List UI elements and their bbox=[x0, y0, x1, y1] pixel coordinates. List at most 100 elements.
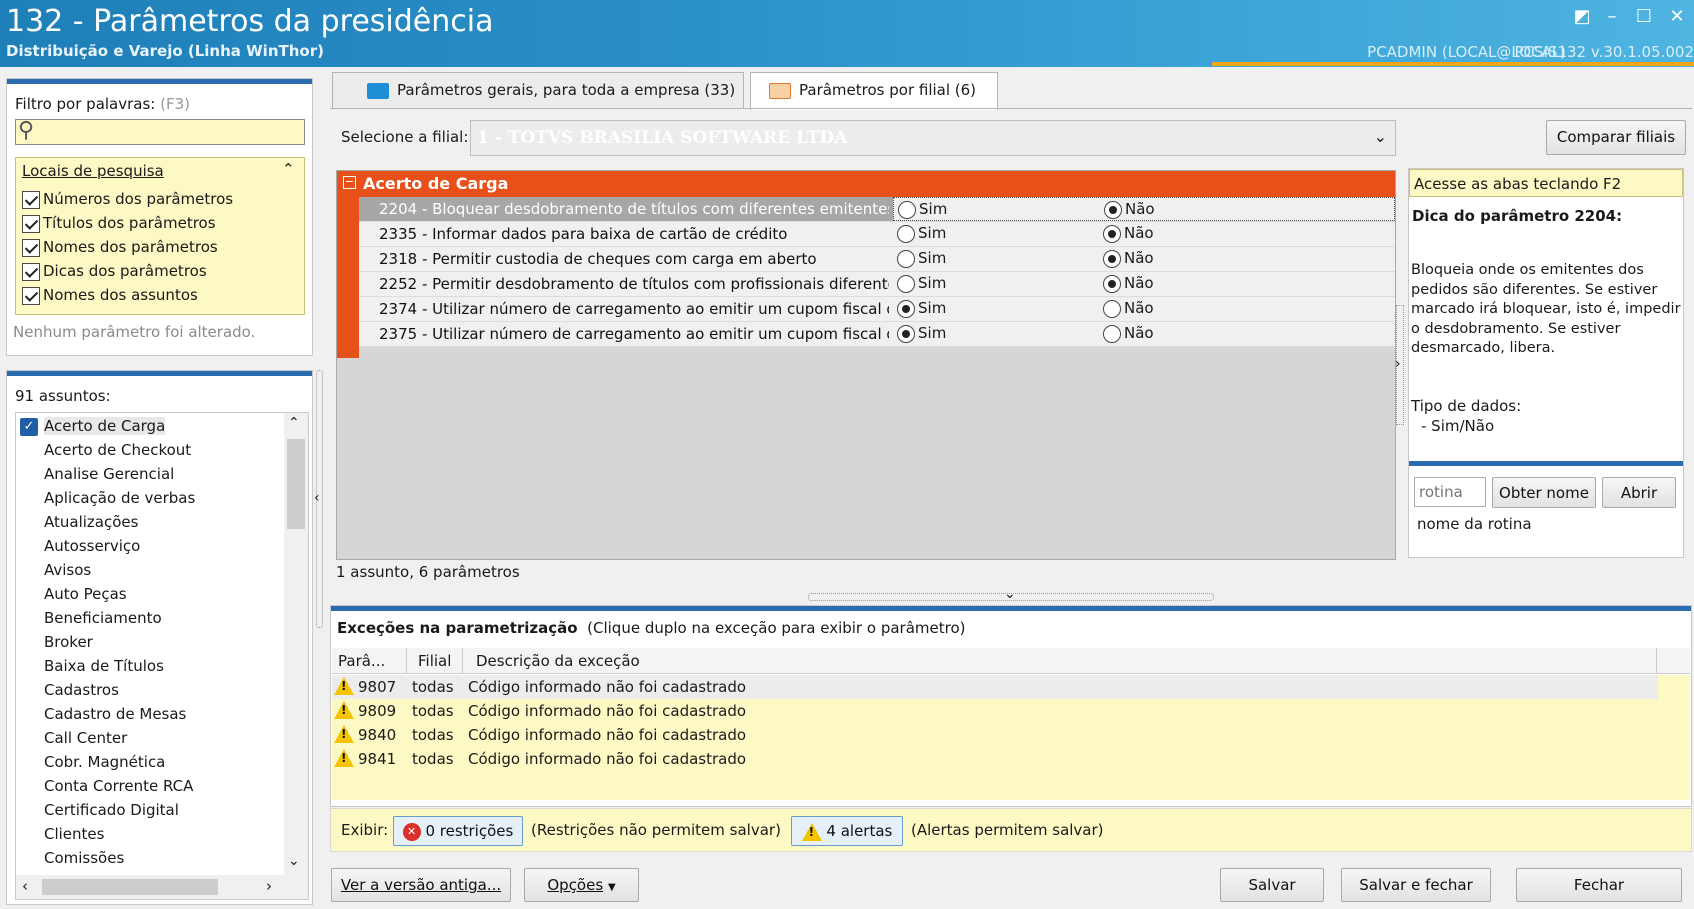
get-name-button[interactable]: Obter nome bbox=[1492, 477, 1596, 508]
collapse-down-icon[interactable]: ⌄ bbox=[1004, 586, 1016, 602]
location-option[interactable]: Dicas dos parâmetros bbox=[22, 262, 207, 281]
subjects-list: ✓ Acerto de Carga Acerto de Checkout Analis… bbox=[15, 412, 309, 900]
expand-right-icon[interactable]: › bbox=[1395, 356, 1401, 372]
parameter-row[interactable]: 2204 - Bloquear desdobramento de títulos… bbox=[359, 197, 1395, 222]
horizontal-scrollbar[interactable]: ‹ › bbox=[16, 875, 308, 899]
alerts-button[interactable]: 4 alertas bbox=[791, 816, 903, 846]
exception-filial: todas bbox=[412, 678, 454, 696]
panel-bar bbox=[1409, 461, 1683, 466]
warning-icon bbox=[334, 701, 354, 719]
radio-nao[interactable]: Não bbox=[1103, 299, 1154, 318]
open-button[interactable]: Abrir bbox=[1602, 477, 1676, 508]
exception-desc: Código informado não foi cadastrado bbox=[468, 750, 747, 768]
exception-desc: Código informado não foi cadastrado bbox=[468, 678, 747, 696]
collapse-group-icon[interactable]: − bbox=[343, 176, 356, 189]
restrictions-button[interactable]: ✕ 0 restrições bbox=[393, 816, 523, 846]
exception-row[interactable]: 9840 todas Código informado não foi cadast… bbox=[332, 723, 1658, 747]
options-button[interactable]: Opções ▼ bbox=[524, 868, 639, 902]
radio-nao[interactable]: Não bbox=[1103, 324, 1154, 343]
minimize-button[interactable]: – bbox=[1598, 6, 1626, 28]
radio-icon[interactable] bbox=[898, 200, 916, 219]
close-window-button[interactable]: ✕ bbox=[1663, 6, 1691, 28]
scroll-left-icon[interactable]: ‹ bbox=[22, 877, 28, 895]
radio-icon[interactable] bbox=[1103, 324, 1121, 343]
tab-per-branch[interactable]: Parâmetros por filial (6) bbox=[750, 72, 998, 110]
rotina-input[interactable] bbox=[1414, 477, 1486, 507]
status-text: Nenhum parâmetro foi alterado. bbox=[13, 323, 256, 341]
routine-name-label: nome da rotina bbox=[1417, 515, 1532, 533]
exception-row[interactable]: 9841 todas Código informado não foi cadast… bbox=[332, 747, 1658, 771]
checkbox-checked-icon[interactable]: ✓ bbox=[20, 418, 38, 436]
radio-nao[interactable]: Não bbox=[1103, 249, 1154, 268]
radio-icon[interactable] bbox=[897, 224, 915, 243]
radio-icon[interactable] bbox=[1103, 249, 1121, 268]
radio-icon[interactable] bbox=[1104, 200, 1122, 219]
exception-row[interactable]: 9809 todas Código informado não foi cadast… bbox=[332, 699, 1658, 723]
radio-sim[interactable]: Sim bbox=[898, 200, 947, 219]
column-header[interactable]: Parâ... bbox=[338, 652, 385, 670]
restore-icon[interactable]: ◩ bbox=[1568, 6, 1596, 28]
column-header[interactable]: Descrição da exceção bbox=[476, 652, 640, 670]
radio-nao[interactable]: Não bbox=[1103, 274, 1154, 293]
parameter-row[interactable]: 2252 - Permitir desdobramento de títulos… bbox=[359, 272, 1395, 297]
collapse-icon[interactable]: ⌃ bbox=[282, 160, 295, 178]
radio-sim[interactable]: Sim bbox=[897, 324, 946, 343]
filter-input[interactable]: ⚲ bbox=[15, 118, 305, 145]
close-button[interactable]: Fechar bbox=[1516, 868, 1682, 902]
save-close-button[interactable]: Salvar e fechar bbox=[1341, 868, 1491, 902]
radio-icon[interactable] bbox=[897, 299, 915, 318]
vertical-scrollbar[interactable]: ⌃ ⌄ bbox=[284, 413, 308, 875]
subjects-panel: 91 assuntos: ✓ Acerto de Carga Acerto de C… bbox=[6, 370, 313, 905]
data-type-label: Tipo de dados: bbox=[1411, 397, 1522, 415]
scroll-down-icon[interactable]: ⌄ bbox=[288, 853, 300, 869]
radio-icon[interactable] bbox=[897, 274, 915, 293]
old-version-button[interactable]: Ver a versão antiga... bbox=[331, 868, 511, 902]
column-divider bbox=[1656, 648, 1657, 674]
radio-icon[interactable] bbox=[1103, 274, 1121, 293]
parameter-row[interactable]: 2318 - Permitir custodia de cheques com … bbox=[359, 247, 1395, 272]
radio-icon[interactable] bbox=[897, 324, 915, 343]
tip-title: Dica do parâmetro 2204: bbox=[1412, 207, 1623, 225]
warning-icon bbox=[334, 725, 354, 743]
parameter-row[interactable]: 2375 - Utilizar número de carregamento a… bbox=[359, 322, 1395, 347]
exception-param: 9809 bbox=[358, 702, 397, 720]
h-scroll-thumb[interactable] bbox=[42, 879, 218, 895]
radio-sim[interactable]: Sim bbox=[897, 299, 946, 318]
checkbox-icon[interactable] bbox=[22, 214, 40, 233]
exception-filial: todas bbox=[412, 702, 454, 720]
panel-bar bbox=[331, 606, 1691, 611]
exception-row[interactable]: 9807 todas Código informado não foi cadast… bbox=[332, 675, 1658, 699]
tab-general[interactable]: Parâmetros gerais, para toda a empresa (… bbox=[332, 72, 744, 108]
column-header[interactable]: Filial bbox=[418, 652, 451, 670]
grid-summary: 1 assunto, 6 parâmetros bbox=[336, 563, 520, 581]
parameter-text: 2375 - Utilizar número de carregamento a… bbox=[379, 325, 889, 343]
save-button[interactable]: Salvar bbox=[1220, 868, 1324, 902]
scroll-right-icon[interactable]: › bbox=[266, 877, 272, 895]
collapse-left-icon[interactable]: ‹ bbox=[314, 490, 320, 506]
branch-select[interactable]: 1 - TOTVS BRASILIA SOFTWARE LTDA ⌄ bbox=[470, 120, 1396, 156]
location-option[interactable]: Números dos parâmetros bbox=[22, 190, 233, 209]
location-option[interactable]: Nomes dos parâmetros bbox=[22, 238, 218, 257]
parameter-row[interactable]: 2374 - Utilizar número de carregamento a… bbox=[359, 297, 1395, 322]
radio-sim[interactable]: Sim bbox=[897, 224, 946, 243]
radio-sim[interactable]: Sim bbox=[897, 249, 946, 268]
radio-icon[interactable] bbox=[897, 249, 915, 268]
scroll-up-icon[interactable]: ⌃ bbox=[288, 415, 300, 431]
checkbox-icon[interactable] bbox=[22, 190, 40, 209]
group-header[interactable]: − Acerto de Carga bbox=[337, 171, 1395, 197]
parameter-row[interactable]: 2335 - Informar dados para baixa de cart… bbox=[359, 222, 1395, 247]
radio-nao[interactable]: Não bbox=[1104, 200, 1155, 219]
location-option[interactable]: Nomes dos assuntos bbox=[22, 286, 198, 305]
maximize-button[interactable]: ☐ bbox=[1630, 6, 1658, 28]
scroll-thumb[interactable] bbox=[287, 439, 305, 529]
compare-branches-button[interactable]: Comparar filiais bbox=[1546, 120, 1686, 155]
radio-nao[interactable]: Não bbox=[1103, 224, 1154, 243]
radio-icon[interactable] bbox=[1103, 224, 1121, 243]
checkbox-icon[interactable] bbox=[22, 286, 40, 305]
checkbox-icon[interactable] bbox=[22, 238, 40, 257]
radio-sim[interactable]: Sim bbox=[897, 274, 946, 293]
column-divider bbox=[462, 648, 463, 674]
checkbox-icon[interactable] bbox=[22, 262, 40, 281]
location-option[interactable]: Títulos dos parâmetros bbox=[22, 214, 216, 233]
radio-icon[interactable] bbox=[1103, 299, 1121, 318]
